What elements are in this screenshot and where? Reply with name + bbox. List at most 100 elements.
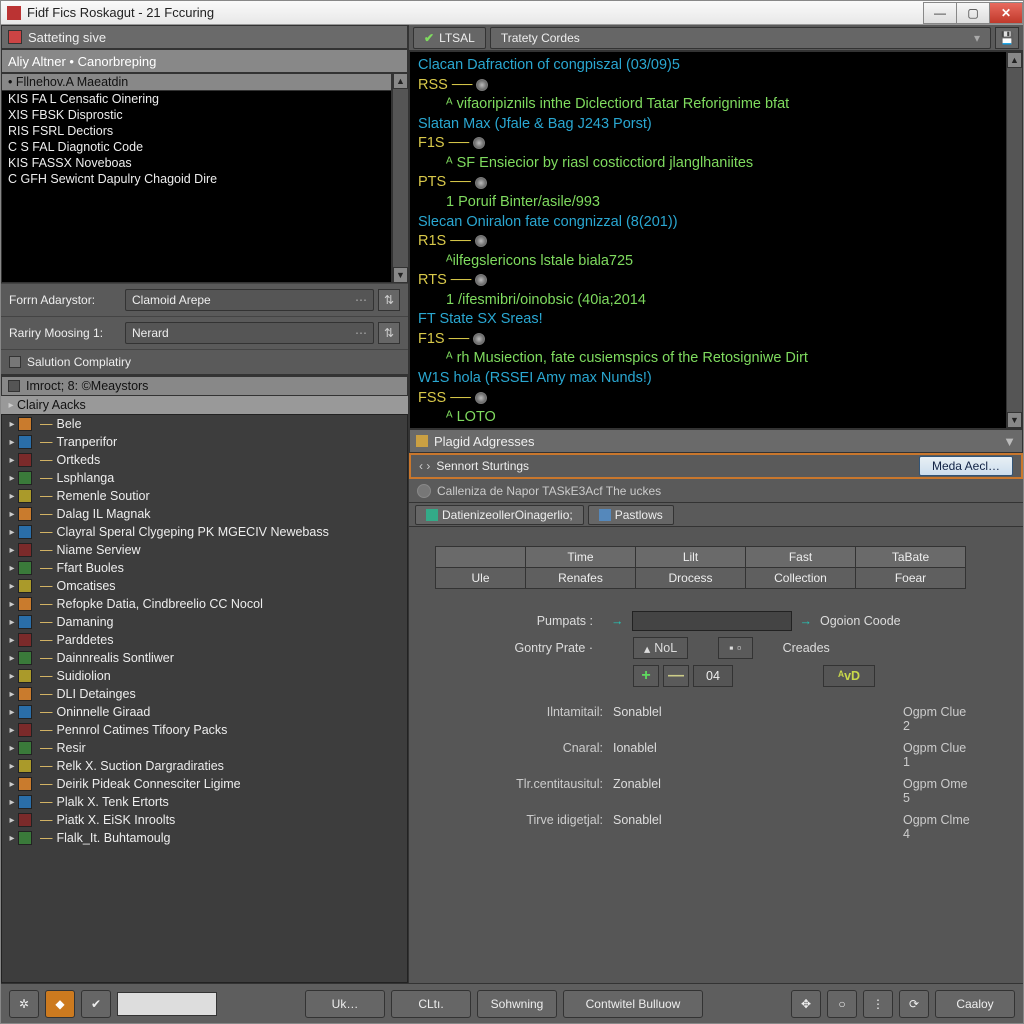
tree-item[interactable]: ▸—Remenle Soutior xyxy=(2,487,407,505)
rariry-select[interactable]: Nerard⋯ xyxy=(125,322,374,344)
more-icon-button[interactable]: ⋮ xyxy=(863,990,893,1018)
pumpats-input[interactable] xyxy=(632,611,792,631)
tree-item[interactable]: ▸—Dalag IL Magnak xyxy=(2,505,407,523)
tree-item[interactable]: ▸—Suidiolion xyxy=(2,667,407,685)
close-button[interactable]: ✕ xyxy=(989,2,1023,24)
minimize-button[interactable]: — xyxy=(923,2,957,24)
tree-item[interactable]: ▸—Niame Serview xyxy=(2,541,407,559)
list-item[interactable]: XIS FBSK Disprostic xyxy=(2,107,391,123)
chevron-down-icon[interactable]: ▼ xyxy=(1003,434,1016,449)
adarystor-select[interactable]: Clamoid Arepe⋯ xyxy=(125,289,374,311)
grid-tab[interactable]: Foear xyxy=(855,567,966,589)
tree-toggle-icon[interactable]: ▸ xyxy=(6,419,18,430)
console-scrollbar[interactable]: ▲ ▼ xyxy=(1006,52,1022,428)
tab-ltsal[interactable]: ✔LTSAL xyxy=(413,27,486,49)
tree-toggle-icon[interactable]: ▸ xyxy=(6,779,18,790)
tree-toggle-icon[interactable]: ▸ xyxy=(6,437,18,448)
list-scrollbar[interactable]: ▲ ▼ xyxy=(392,73,408,283)
tree-toggle-icon[interactable]: ▸ xyxy=(6,563,18,574)
tree-item[interactable]: ▸—Flalk_It. Buhtamoulg xyxy=(2,829,407,847)
settings-icon-button[interactable]: ✲ xyxy=(9,990,39,1018)
tree-toggle-icon[interactable]: ▸ xyxy=(6,815,18,826)
tree-item[interactable]: ▸—Plalk X. Tenk Ertorts xyxy=(2,793,407,811)
tree-item[interactable]: ▸—Ortkeds xyxy=(2,451,407,469)
meda-aecl-button[interactable]: Meda Aecl… xyxy=(919,456,1013,476)
grid-tab[interactable]: Drocess xyxy=(635,567,746,589)
tree-toggle-icon[interactable]: ▸ xyxy=(6,689,18,700)
tree-toggle-icon[interactable]: ▸ xyxy=(5,400,17,411)
tree-item[interactable]: ▸—Resir xyxy=(2,739,407,757)
tree-item[interactable]: ▸—Relk X. Suction Dargradiraties xyxy=(2,757,407,775)
tree-toggle-icon[interactable]: ▸ xyxy=(6,707,18,718)
tree-toggle-icon[interactable]: ▸ xyxy=(6,653,18,664)
grid-tab[interactable]: Lilt xyxy=(635,546,746,568)
tab-datienizer[interactable]: DatienizeollerOinagerlio; xyxy=(415,505,584,525)
save-icon-button[interactable]: 💾 xyxy=(995,27,1019,49)
plagid-header[interactable]: Plagid Adgresses ▼ xyxy=(409,429,1023,453)
check-button[interactable]: ✔ xyxy=(81,990,111,1018)
grid-tab[interactable] xyxy=(435,546,526,568)
avd-button[interactable]: ᴬvD xyxy=(823,665,875,687)
list-item[interactable]: RIS FSRL Dectiors xyxy=(2,123,391,139)
tree-item[interactable]: ▸—Omcatises xyxy=(2,577,407,595)
tree-item[interactable]: ▸—Ffart Buoles xyxy=(2,559,407,577)
circle-icon-button[interactable]: ○ xyxy=(827,990,857,1018)
tool-icon-button[interactable]: ✥ xyxy=(791,990,821,1018)
caaloy-button[interactable]: Caaloy xyxy=(935,990,1015,1018)
bottom-input[interactable] xyxy=(117,992,217,1016)
sohwning-button[interactable]: Sohwning xyxy=(477,990,557,1018)
tree-item[interactable]: ▸—DLI Detainges xyxy=(2,685,407,703)
tree-item[interactable]: ▸—Parddetes xyxy=(2,631,407,649)
scroll-up-icon[interactable]: ▲ xyxy=(1007,52,1022,68)
tree-item[interactable]: ▸—Clayral Speral Clygeping PK MGECIV New… xyxy=(2,523,407,541)
tree-toggle-icon[interactable]: ▸ xyxy=(6,761,18,772)
tree-toggle-icon[interactable]: ▸ xyxy=(6,509,18,520)
tree-item[interactable]: ▸—Lsphlanga xyxy=(2,469,407,487)
fire-icon-button[interactable]: ◆ xyxy=(45,990,75,1018)
tree-toggle-icon[interactable]: ▸ xyxy=(6,671,18,682)
list-item[interactable]: KIS FA L Censafic Oinering xyxy=(2,91,391,107)
small-toggle[interactable]: ▪ ▫ xyxy=(718,637,752,659)
tree-toggle-icon[interactable]: ▸ xyxy=(6,833,18,844)
checkbox-icon[interactable] xyxy=(9,356,21,368)
tree-toggle-icon[interactable]: ▸ xyxy=(6,491,18,502)
grid-tab[interactable]: Time xyxy=(525,546,636,568)
tree-item[interactable]: ▸—Oninnelle Giraad xyxy=(2,703,407,721)
console-output[interactable]: Clacan Dafraction of congpiszal (03/09)5… xyxy=(409,51,1023,429)
tree-item[interactable]: ▸—Pennrol Catimes Tifoory Packs xyxy=(2,721,407,739)
tree-item[interactable]: ▸—Deirik Pideak Connesciter Ligime xyxy=(2,775,407,793)
list-item[interactable]: C S FAL Diagnotic Code xyxy=(2,139,391,155)
list-item[interactable]: C GFH Sewicnt Dapulry Chagoid Dire xyxy=(2,171,391,187)
chevron-left-icon[interactable]: ‹ › xyxy=(419,459,430,473)
increment-button[interactable]: + xyxy=(633,665,659,687)
tree-toggle-icon[interactable]: ▸ xyxy=(6,635,18,646)
tree-toggle-icon[interactable]: ▸ xyxy=(6,581,18,592)
tree-body[interactable]: ▸—Bele▸—Tranperifor▸—Ortkeds▸—Lsphlanga▸… xyxy=(1,414,408,983)
tree-toggle-icon[interactable]: ▸ xyxy=(6,617,18,628)
tree-item[interactable]: ▸—Dainnrealis Sontliwer xyxy=(2,649,407,667)
category-list[interactable]: • Fllnehov.A Maeatdin KIS FA L Censafic … xyxy=(1,73,392,283)
tree-root[interactable]: ▸ Clairy Aacks xyxy=(1,396,408,414)
refresh-icon-button[interactable]: ⟳ xyxy=(899,990,929,1018)
maximize-button[interactable]: ▢ xyxy=(956,2,990,24)
list-item[interactable]: KIS FASSX Noveboas xyxy=(2,155,391,171)
tree-toggle-icon[interactable]: ▸ xyxy=(6,545,18,556)
tree-toggle-icon[interactable]: ▸ xyxy=(6,455,18,466)
decrement-button[interactable]: — xyxy=(663,665,689,687)
scroll-down-icon[interactable]: ▼ xyxy=(393,267,408,283)
tree-toggle-icon[interactable]: ▸ xyxy=(6,473,18,484)
tree-toggle-icon[interactable]: ▸ xyxy=(6,527,18,538)
tree-item[interactable]: ▸—Tranperifor xyxy=(2,433,407,451)
tree-item[interactable]: ▸—Damaning xyxy=(2,613,407,631)
scroll-up-icon[interactable]: ▲ xyxy=(393,73,408,89)
tree-item[interactable]: ▸—Bele xyxy=(2,415,407,433)
grid-tab[interactable]: Collection xyxy=(745,567,856,589)
tree-item[interactable]: ▸—Refopke Datia, Cindbreelio CC Nocol xyxy=(2,595,407,613)
scroll-down-icon[interactable]: ▼ xyxy=(1007,412,1022,428)
contwitel-button[interactable]: Contwitel Bulluow xyxy=(563,990,703,1018)
tree-toggle-icon[interactable]: ▸ xyxy=(6,797,18,808)
uk-button[interactable]: Uk… xyxy=(305,990,385,1018)
tab-tratety[interactable]: Tratety Cordes▾ xyxy=(490,27,991,49)
tree-toggle-icon[interactable]: ▸ xyxy=(6,725,18,736)
tree-toggle-icon[interactable]: ▸ xyxy=(6,599,18,610)
